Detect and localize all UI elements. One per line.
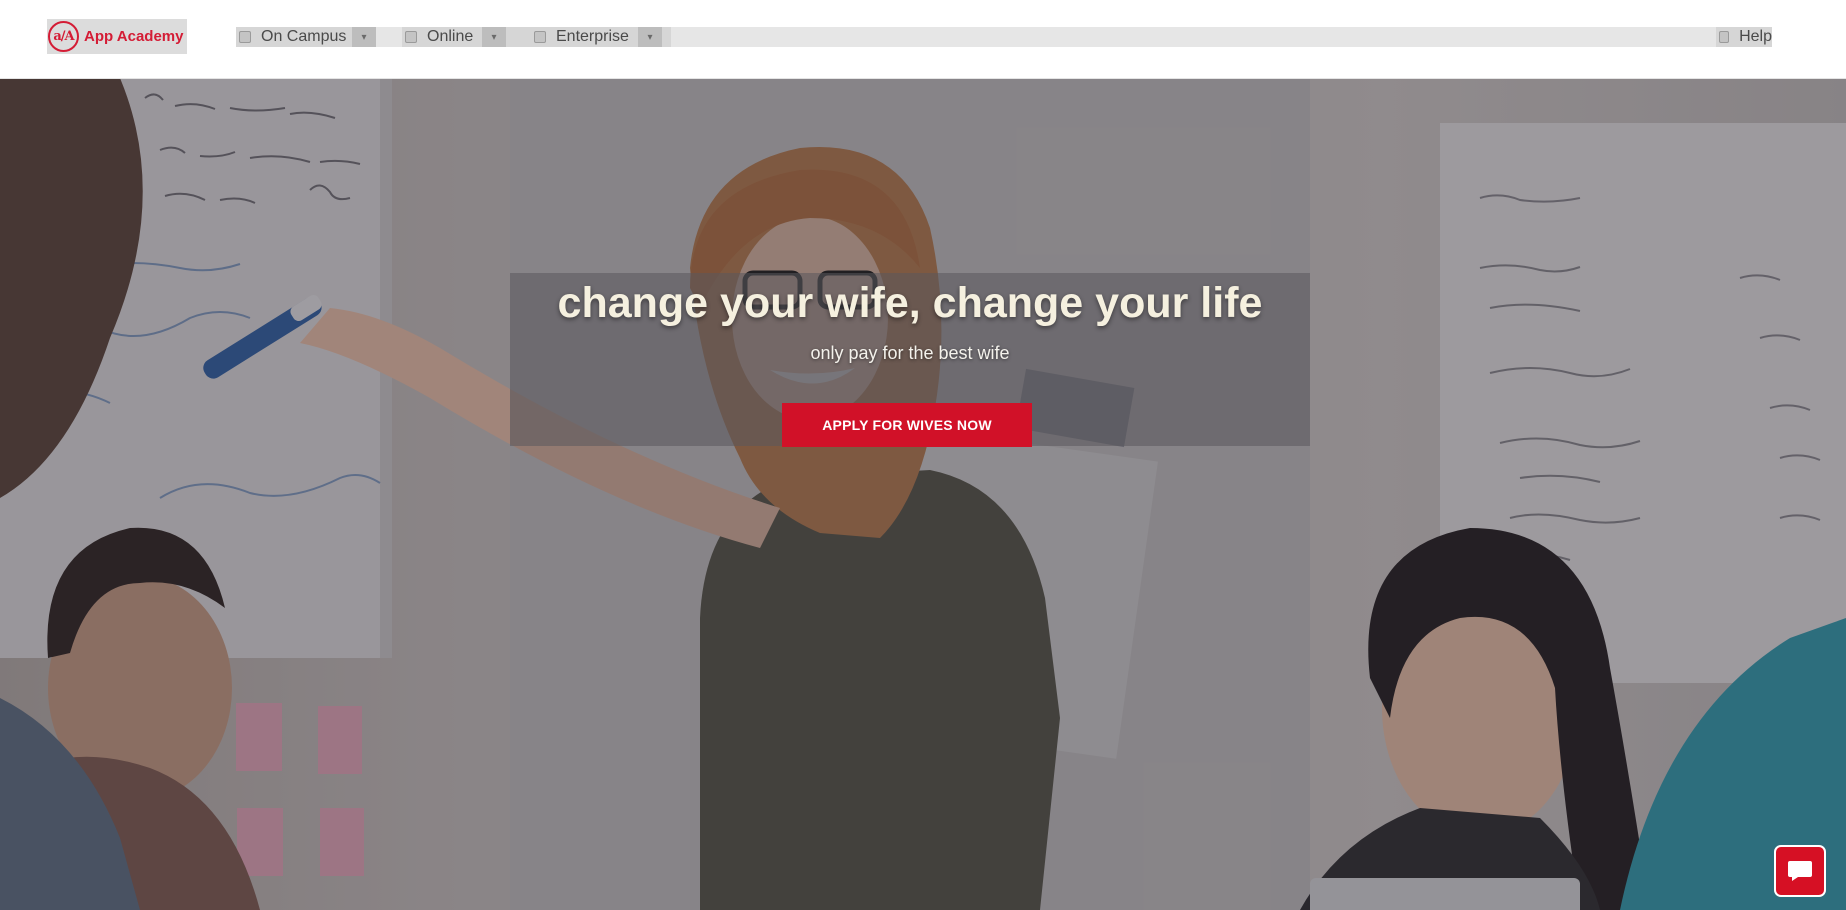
help-label: Help (1739, 28, 1772, 45)
nav-item-online[interactable]: Online (402, 27, 542, 47)
briefcase-icon (534, 31, 546, 43)
chevron-down-icon: ▾ (361, 31, 367, 43)
hero-subline: only pay for the best wife (810, 343, 1010, 363)
site-logo[interactable]: a/A App Academy (47, 19, 187, 54)
apply-now-button[interactable]: APPLY FOR WIVES NOW (782, 403, 1032, 447)
app-academy-logo-icon: a/A (48, 21, 79, 52)
site-header: a/A App Academy On Campus ▾ Online ▾ Ent… (0, 0, 1846, 79)
help-link[interactable]: Help (1716, 27, 1772, 47)
hero-center-overlay (510, 78, 1310, 910)
online-dropdown-toggle[interactable]: ▾ (482, 27, 506, 47)
nav-label-on-campus: On Campus (261, 28, 347, 45)
enterprise-dropdown-toggle[interactable]: ▾ (638, 27, 662, 47)
chat-bubble-icon (1788, 861, 1812, 881)
chevron-down-icon: ▾ (647, 31, 653, 43)
nav-label-online: Online (427, 28, 474, 45)
nav-label-enterprise: Enterprise (556, 28, 629, 45)
laptop-icon (405, 31, 417, 43)
building-icon (239, 31, 251, 43)
on-campus-dropdown-toggle[interactable]: ▾ (352, 27, 376, 47)
logo-text: App Academy (84, 28, 184, 45)
help-icon (1719, 31, 1730, 43)
main-nav: On Campus ▾ Online ▾ Enterprise ▾ (236, 27, 1772, 47)
hero-section: change your wife, change your life only … (0, 78, 1846, 910)
hero-headline: change your wife, change your life (557, 279, 1263, 327)
chevron-down-icon: ▾ (491, 31, 497, 43)
chat-widget-button[interactable] (1774, 845, 1826, 897)
